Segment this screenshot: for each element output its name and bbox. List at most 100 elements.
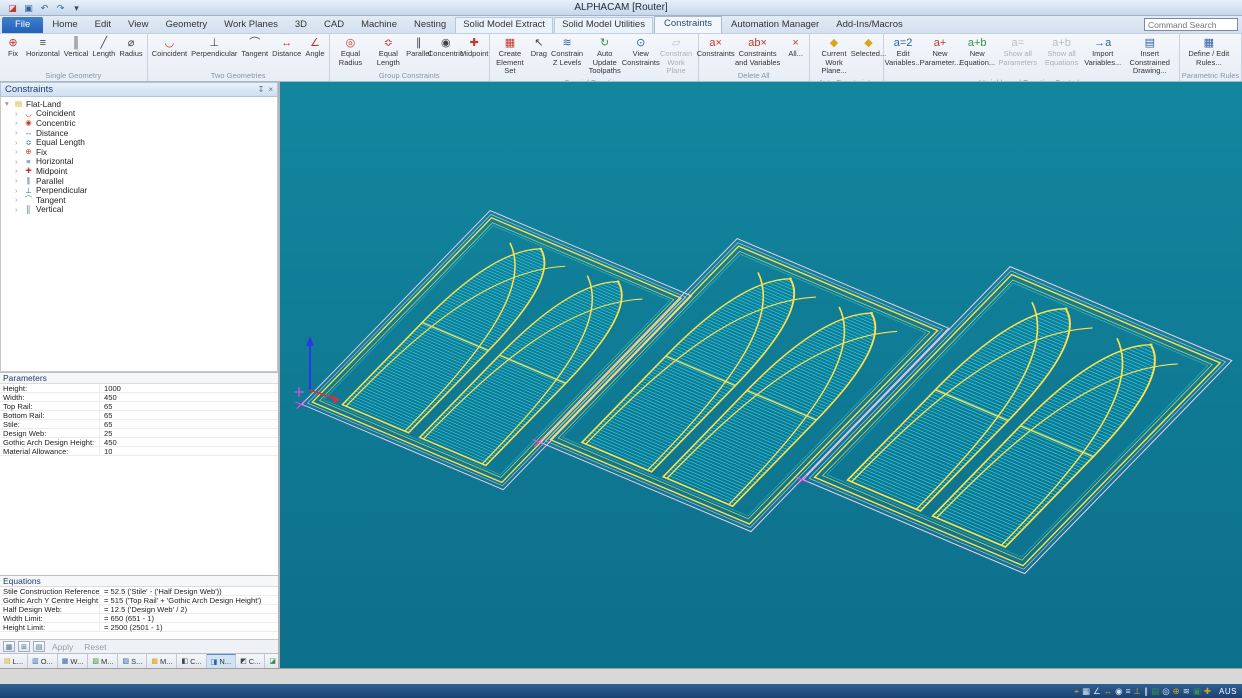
status-icon[interactable]: ⌖ bbox=[1074, 687, 1079, 696]
command-search-input[interactable] bbox=[1144, 18, 1238, 31]
ribbon-tab[interactable]: Machine bbox=[353, 17, 405, 33]
constraint-tree-item[interactable]: › ∥ Parallel bbox=[1, 176, 277, 186]
ribbon-button[interactable]: ≎ Equal Length bbox=[369, 35, 407, 68]
parameter-value[interactable]: 65 bbox=[100, 411, 112, 420]
status-icon[interactable]: ⊥ bbox=[1134, 687, 1141, 696]
parameter-value[interactable]: 65 bbox=[100, 420, 112, 429]
ribbon-tab[interactable]: File bbox=[2, 17, 43, 33]
expand-icon[interactable]: › bbox=[15, 138, 21, 147]
status-icon[interactable]: ∥ bbox=[1144, 687, 1148, 696]
ribbon-tab[interactable]: Solid Model Extract bbox=[455, 17, 553, 33]
ribbon-button[interactable]: →a Import Variables... bbox=[1083, 35, 1123, 68]
ribbon-button[interactable]: ╱ Length bbox=[90, 35, 117, 60]
ribbon-button[interactable]: ⊙ View Constraints bbox=[625, 35, 656, 68]
ribbon-tab[interactable]: Nesting bbox=[406, 17, 454, 33]
ribbon-tab[interactable]: Solid Model Utilities bbox=[554, 17, 653, 33]
expand-icon[interactable]: › bbox=[15, 166, 21, 175]
constraint-tree-item[interactable]: › ✚ Midpoint bbox=[1, 166, 277, 176]
ribbon-button[interactable]: ◡ Coincident bbox=[150, 35, 189, 60]
status-icon[interactable]: ▦ bbox=[1082, 687, 1090, 696]
constraint-tree-item[interactable]: › ≎ Equal Length bbox=[1, 137, 277, 147]
status-icon[interactable]: ✚ bbox=[1204, 687, 1211, 696]
parameter-value[interactable]: 450 bbox=[100, 438, 117, 447]
ribbon-button[interactable]: ↖ Drag bbox=[528, 35, 550, 60]
sort-icon[interactable]: ⊞ bbox=[18, 641, 30, 652]
parameter-value[interactable]: 450 bbox=[100, 393, 117, 402]
constraint-tree-item[interactable]: › ⊕ Fix bbox=[1, 147, 277, 157]
ribbon-button[interactable]: ◉ Concentric bbox=[430, 35, 461, 60]
ribbon-tab[interactable]: CAD bbox=[316, 17, 352, 33]
doc-tab[interactable]: ▩ M... bbox=[147, 654, 177, 668]
status-icon[interactable]: ∠ bbox=[1093, 687, 1101, 696]
parameter-row[interactable]: Material Allowance: 10 bbox=[0, 447, 278, 456]
ribbon-button[interactable]: ◆ Selected... bbox=[856, 35, 880, 60]
doc-tab[interactable]: ▦ W... bbox=[58, 654, 89, 668]
status-icon[interactable]: ▤ bbox=[1151, 687, 1159, 696]
ribbon-button[interactable]: ∠ Angle bbox=[303, 35, 326, 60]
equation-row[interactable]: Height Limit: = 2500 (2501 - 1) bbox=[0, 623, 278, 632]
parameter-value[interactable]: 10 bbox=[100, 447, 112, 456]
expand-icon[interactable]: › bbox=[15, 147, 21, 156]
doc-tab[interactable]: ◨ N... bbox=[207, 654, 236, 668]
grid-view-icon[interactable]: ▦ bbox=[3, 641, 15, 652]
status-icon[interactable]: ▣ bbox=[1193, 687, 1201, 696]
constraint-tree-item[interactable]: › ↔ Distance bbox=[1, 128, 277, 138]
doc-tab[interactable]: ◩ C... bbox=[236, 654, 265, 668]
ribbon-button[interactable]: a+ New Parameter... bbox=[921, 35, 960, 68]
status-icon[interactable]: ≋ bbox=[1183, 687, 1190, 696]
doc-tab[interactable]: ▥ O... bbox=[28, 654, 58, 668]
doc-tab[interactable]: ◪ Fl... bbox=[265, 654, 278, 668]
ribbon-button[interactable]: ⌀ Radius bbox=[117, 35, 144, 60]
ribbon-button[interactable]: ✚ Midpoint bbox=[461, 35, 487, 60]
status-icon[interactable]: ⊕ bbox=[1173, 687, 1180, 696]
ribbon-button[interactable]: ≡ Horizontal bbox=[24, 35, 62, 60]
ribbon-tab[interactable]: Home bbox=[44, 17, 85, 33]
ribbon-tab[interactable]: Add-Ins/Macros bbox=[828, 17, 911, 33]
constraint-tree-item[interactable]: › ⊥ Perpendicular bbox=[1, 185, 277, 195]
ribbon-button[interactable]: ▦ Define / Edit Rules... bbox=[1182, 35, 1236, 68]
viewport-canvas[interactable] bbox=[280, 82, 1240, 668]
list-view-icon[interactable]: ▤ bbox=[33, 641, 45, 652]
ribbon-tab[interactable]: Work Planes bbox=[216, 17, 286, 33]
pin-icon[interactable]: ↧ bbox=[258, 85, 265, 94]
ribbon-button[interactable]: a= Show all Parameters bbox=[995, 35, 1040, 68]
ribbon-button[interactable]: ▱ Constrain Work Plane bbox=[656, 35, 695, 77]
ribbon-button[interactable]: ↻ Auto Update Toolpaths bbox=[584, 35, 625, 77]
ribbon-tab[interactable]: Automation Manager bbox=[723, 17, 827, 33]
ribbon-button[interactable]: ▤ Insert Constrained Drawing... bbox=[1123, 35, 1177, 77]
ribbon-tab[interactable]: 3D bbox=[287, 17, 315, 33]
apply-button[interactable]: Apply bbox=[48, 642, 77, 652]
expand-icon[interactable]: › bbox=[15, 157, 21, 166]
ribbon-tab[interactable]: View bbox=[120, 17, 156, 33]
constraint-tree-item[interactable]: › ◡ Coincident bbox=[1, 109, 277, 119]
keyboard-language-indicator[interactable]: AUS bbox=[1219, 687, 1237, 696]
ribbon-button[interactable]: a+b Show all Equations bbox=[1040, 35, 1082, 68]
doc-tab[interactable]: ◧ C... bbox=[177, 654, 206, 668]
status-icon[interactable]: ◎ bbox=[1162, 687, 1169, 696]
doc-tab[interactable]: ▤ L... bbox=[0, 654, 28, 668]
status-icon[interactable]: ↔ bbox=[1104, 687, 1113, 696]
parameter-value[interactable]: 65 bbox=[100, 402, 112, 411]
ribbon-button[interactable]: ◆ Current Work Plane... bbox=[812, 35, 857, 77]
constraint-tree-item[interactable]: › ≡ Horizontal bbox=[1, 157, 277, 167]
ribbon-button[interactable]: ⌒ Tangent bbox=[239, 35, 270, 60]
doc-tab[interactable]: ▧ M... bbox=[88, 654, 118, 668]
ribbon-button[interactable]: ▦ Create Element Set bbox=[492, 35, 528, 77]
ribbon-button[interactable]: ab× Constraints and Variables bbox=[731, 35, 785, 68]
tree-root-flat-land[interactable]: ▾ ▤ Flat-Land bbox=[1, 99, 277, 109]
ribbon-tab[interactable]: Constraints bbox=[654, 16, 722, 33]
doc-tab[interactable]: ▨ S... bbox=[118, 654, 147, 668]
ribbon-button[interactable]: ◎ Equal Radius bbox=[332, 35, 370, 68]
expand-icon[interactable]: › bbox=[15, 128, 21, 137]
ribbon-tab[interactable]: Geometry bbox=[157, 17, 215, 33]
status-icon[interactable]: ≡ bbox=[1126, 687, 1131, 696]
ribbon-tab[interactable]: Edit bbox=[87, 17, 119, 33]
status-icon[interactable]: ◉ bbox=[1115, 687, 1122, 696]
ribbon-button[interactable]: ↔ Distance bbox=[270, 35, 303, 60]
ribbon-button[interactable]: a× Constraints bbox=[701, 35, 731, 60]
ribbon-button[interactable]: ⊕ Fix bbox=[2, 35, 24, 60]
ribbon-button[interactable]: a=2 Edit Variables... bbox=[886, 35, 921, 68]
expand-icon[interactable]: › bbox=[15, 186, 21, 195]
ribbon-button[interactable]: a+b New Equation... bbox=[959, 35, 995, 68]
ribbon-button[interactable]: × All... bbox=[785, 35, 807, 60]
